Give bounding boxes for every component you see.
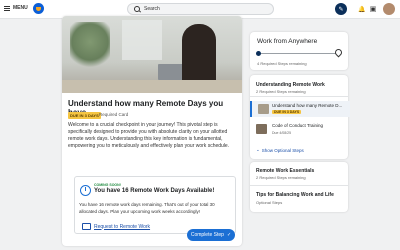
step-thumbnail (256, 124, 267, 134)
required-label: Required Card (99, 112, 129, 117)
tips-subtitle: Optional Steps (256, 200, 283, 205)
hero-image (62, 16, 242, 93)
show-optional-label: Show Optional Steps (261, 147, 304, 153)
journey-card[interactable]: Work from Anywhere 4 Required Steps rema… (250, 32, 348, 70)
plan-card-understanding: Understanding Remote Work 2 Required Ste… (250, 75, 350, 159)
chat-icon[interactable]: ✎ (335, 3, 347, 15)
coming-soon-label: COMING SOON! (94, 183, 121, 187)
plan-title: Understanding Remote Work (256, 82, 325, 88)
due-badge: DUE IN 3 DAYS (272, 110, 302, 114)
essentials-subtitle: 2 Required Steps remaining (256, 175, 306, 180)
check-icon: ✓ (226, 232, 232, 238)
description-text: Welcome to a crucial checkpoint in your … (68, 122, 230, 149)
avatar[interactable] (383, 3, 395, 15)
plan-card-essentials[interactable]: Remote Work Essentials 2 Required Steps … (250, 162, 348, 212)
request-remote-link[interactable]: Request to Remote Work (82, 223, 150, 230)
tips-title[interactable]: Tips for Balancing Work and Life (256, 192, 334, 198)
plan-subtitle: 2 Required Steps remaining (256, 89, 306, 94)
step-thumbnail (258, 104, 269, 114)
search-placeholder: Search (144, 6, 160, 12)
clock-icon (80, 185, 91, 196)
list-item[interactable]: Code of Conduct Training Due 4/08/25 (250, 121, 348, 137)
complete-step-button[interactable]: Complete Step ✓ (187, 229, 235, 241)
remote-days-text: You have 16 remote work days remaining. … (79, 202, 215, 214)
map-pin-icon (333, 47, 344, 58)
journey-subtitle: 4 Required Steps remaining (257, 61, 307, 66)
menu-label: MENU (13, 5, 28, 11)
search-icon (134, 6, 140, 12)
hamburger-icon (4, 5, 10, 11)
search-input[interactable]: Search (127, 3, 274, 15)
list-item[interactable]: Understand how many Remote D... DUE IN 3… (250, 101, 350, 117)
chevron-down-icon: ⌄ (256, 147, 260, 152)
inbox-icon[interactable]: ▣ (367, 3, 379, 15)
logo[interactable] (33, 3, 44, 14)
progress-start-dot (256, 51, 261, 56)
step-title: Understand how many Remote D... (272, 103, 343, 108)
step-title: Code of Conduct Training (272, 123, 324, 128)
request-remote-label: Request to Remote Work (94, 223, 151, 230)
essentials-title: Remote Work Essentials (256, 168, 315, 174)
due-badge: DUE IN 3 DAYS (68, 112, 101, 119)
show-optional-button[interactable]: ⌄ Show Optional Steps (256, 147, 304, 153)
external-link-icon (82, 223, 91, 230)
complete-step-label: Complete Step (190, 232, 224, 238)
step-detail-card: Understand how many Remote Days you have… (62, 16, 242, 246)
menu-button[interactable]: MENU (4, 5, 28, 11)
remote-days-title: You have 16 Remote Work Days Available! (94, 188, 215, 194)
step-due-date: Due 4/08/25 (272, 131, 292, 135)
journey-title: Work from Anywhere (257, 38, 318, 45)
progress-track (258, 53, 338, 54)
